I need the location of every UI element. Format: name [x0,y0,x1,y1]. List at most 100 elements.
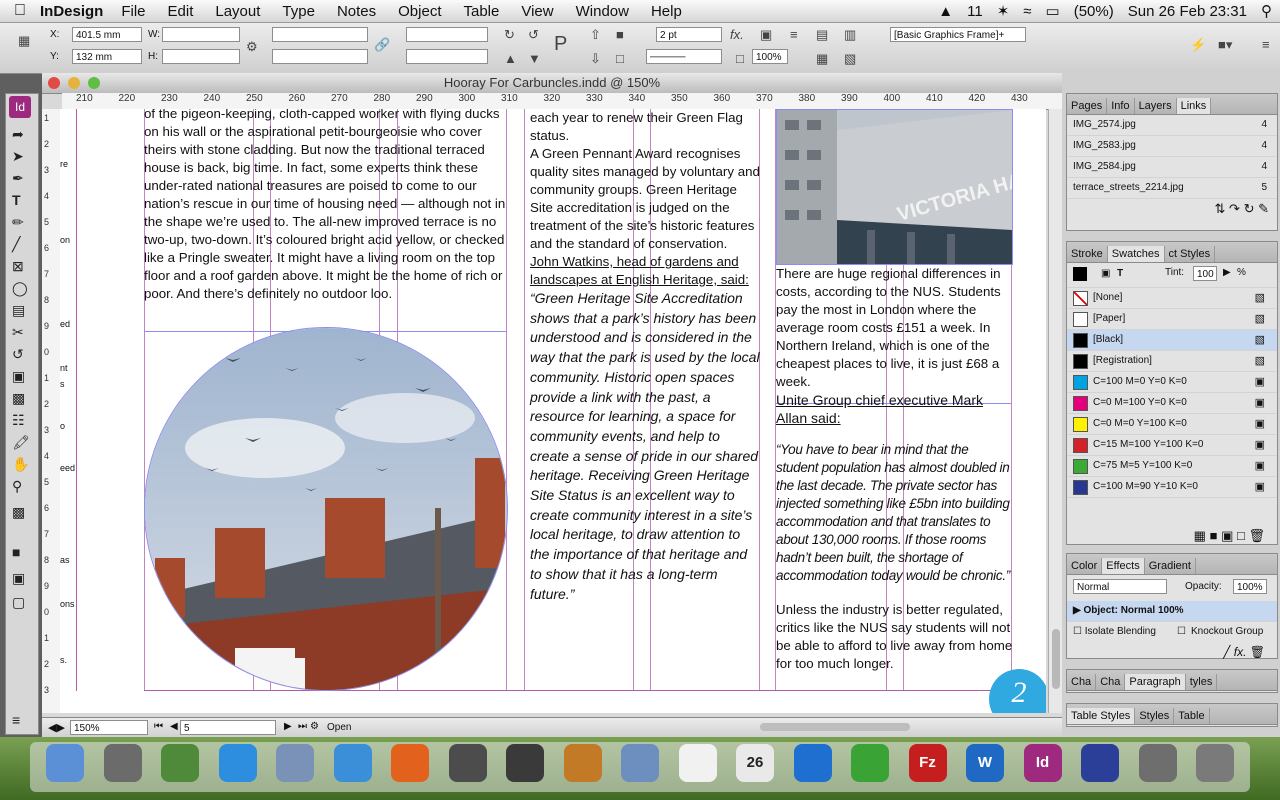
fx-add-icon[interactable]: fx. [1234,645,1247,659]
tab-pages[interactable]: Pages [1067,98,1108,114]
note-tool-icon[interactable]: ☷ [12,412,25,429]
apple-icon[interactable]:  [0,2,40,20]
bluetooth-icon[interactable]: ✶ [997,2,1010,20]
rectangle-frame-tool-icon[interactable]: ⊠ [12,258,24,275]
next-page-icon[interactable]: ▶ [284,721,292,732]
scissors-tool-icon[interactable]: ✂ [12,324,24,341]
tab-layers[interactable]: Layers [1135,98,1177,114]
text-wrap-jump-icon[interactable]: ▧ [844,51,856,67]
firefox-icon[interactable] [391,744,429,782]
preflight-icon[interactable]: ⚙ [310,721,319,732]
fill-stroke-proxy-icon[interactable] [1073,267,1087,281]
link-item[interactable]: IMG_2574.jpg 4 [1067,115,1277,136]
flip-v-icon[interactable]: ▼ [528,51,541,66]
effects-object-row[interactable]: ▶ Object: Normal 100% [1067,601,1277,622]
menu-type[interactable]: Type [282,3,315,20]
swatch-row[interactable]: [Registration] ▧ [1067,351,1277,372]
object-style-select[interactable]: [Basic Graphics Frame]+ [890,27,1026,42]
zoom-window-button[interactable] [88,77,100,89]
delete-swatch-icon[interactable]: 🗑 [1248,528,1265,543]
menu-file[interactable]: File [121,3,145,20]
show-all-icon[interactable]: ▦ [1194,528,1206,543]
show-gradient-icon[interactable]: ▣ [1221,528,1233,543]
tab-effects[interactable]: Effects [1102,558,1145,574]
horizontal-ruler[interactable]: 210 220 230 240 250 260 270 280 290 300 310 320 330 3… [62,93,1062,110]
finder-icon[interactable] [46,744,84,782]
filezilla-icon[interactable]: Fz [908,744,947,782]
ellipse-tool-icon[interactable]: ◯ [12,280,28,297]
tab-character-styles[interactable]: Cha [1096,674,1126,690]
tab-stroke[interactable]: Stroke [1067,246,1108,262]
free-transform-tool-icon[interactable]: ↺ [12,346,24,363]
delete-effect-icon[interactable]: 🗑 [1250,645,1265,659]
zoom-tool-icon[interactable]: ⚲ [12,478,22,495]
itunes-icon[interactable] [793,744,832,782]
appstore-icon[interactable] [218,744,257,782]
rocket-icon[interactable] [103,744,142,782]
wifi-icon[interactable]: ≈ [1023,3,1031,20]
w-field[interactable] [162,27,240,42]
reference-point-icon[interactable]: ▦ [18,33,30,49]
vertical-scroll-thumb[interactable] [1052,629,1060,689]
preview-mode-icon[interactable]: ▢ [12,594,25,611]
tab-links[interactable]: Links [1176,98,1212,114]
fill-stroke-icon[interactable]: ▩ [12,504,25,521]
close-window-button[interactable] [48,77,60,89]
safari-icon[interactable] [333,744,372,782]
scale-x-field[interactable] [272,27,368,42]
photobooth-icon[interactable] [448,744,487,782]
opacity-value[interactable]: 100% [1233,579,1267,594]
tab-table-styles[interactable]: Table Styles [1067,708,1136,724]
x-field[interactable]: 401.5 mm [72,27,142,42]
apply-color-icon[interactable]: ■ [12,544,20,560]
scale-y-field[interactable] [272,49,368,64]
y-field[interactable]: 132 mm [72,49,142,64]
tab-gradient[interactable]: Gradient [1145,558,1196,574]
new-swatch-icon[interactable]: □ [1237,528,1245,543]
type-tool-icon[interactable]: T [12,192,21,208]
first-page-icon[interactable]: ⏮ [154,721,163,732]
mail-icon[interactable] [276,744,314,782]
body-text-column-2[interactable]: each year to renew their Green Flag stat… [530,109,760,604]
stroke-weight-field[interactable]: 2 pt [656,27,722,42]
text-wrap-shape-icon[interactable]: ▦ [816,51,828,67]
goto-link-icon[interactable]: ↷ [1229,201,1240,216]
swatch-row[interactable]: [None] ▧ [1067,288,1277,309]
menu-object[interactable]: Object [398,3,441,20]
show-color-icon[interactable]: ■ [1210,528,1218,543]
h-field[interactable] [162,49,240,64]
menu-window[interactable]: Window [576,3,629,20]
opacity-icon[interactable]: □ [736,51,744,66]
tab-swatches[interactable]: Swatches [1107,246,1165,262]
tab-color[interactable]: Color [1067,558,1103,574]
gradient-tool-icon[interactable]: ▣ [12,368,25,385]
swatch-row[interactable]: [Black] ▧ [1067,330,1277,351]
direct-selection-tool-icon[interactable]: ➤ [12,148,24,165]
menu-app-name[interactable]: InDesign [40,3,103,20]
swatch-row[interactable]: [Paper] ▧ [1067,309,1277,330]
utorrent-icon[interactable] [851,744,889,782]
photoshop-icon[interactable] [1081,744,1119,782]
fx-menu-icon[interactable]: ≡ [790,27,798,42]
text-wrap-none-icon[interactable]: ▤ [816,27,828,43]
pasteboard-toggle-icon[interactable]: ◀▶ [48,721,65,734]
vertical-scrollbar[interactable] [1048,109,1063,713]
menu-layout[interactable]: Layout [215,3,260,20]
menu-view[interactable]: View [521,3,553,20]
word-icon[interactable]: W [966,744,1004,782]
hand-tool-icon[interactable]: ✋ [12,456,29,473]
rotate-ccw-icon[interactable]: ↺ [528,27,539,43]
select-container-icon[interactable]: ⇧ [590,27,601,43]
menu-notes[interactable]: Notes [337,3,376,20]
shear-field[interactable] [406,49,488,64]
eyedropper-tool-icon[interactable]: 🖍 [12,434,30,451]
edit-original-icon[interactable]: ✎ [1258,201,1269,216]
minimize-window-button[interactable] [68,77,80,89]
adobe-icon[interactable]: ▲ [938,3,953,20]
expand-triangle-icon[interactable]: ▶ [1073,605,1081,616]
swatch-row[interactable]: C=100 M=90 Y=10 K=0 ▣ [1067,477,1277,498]
iphoto-icon[interactable] [621,744,659,782]
select-content-icon[interactable]: P [554,33,567,56]
relink-icon[interactable]: ⇅ [1215,201,1226,216]
body-text-column-3[interactable]: There are huge regional differences in c… [776,265,1014,673]
